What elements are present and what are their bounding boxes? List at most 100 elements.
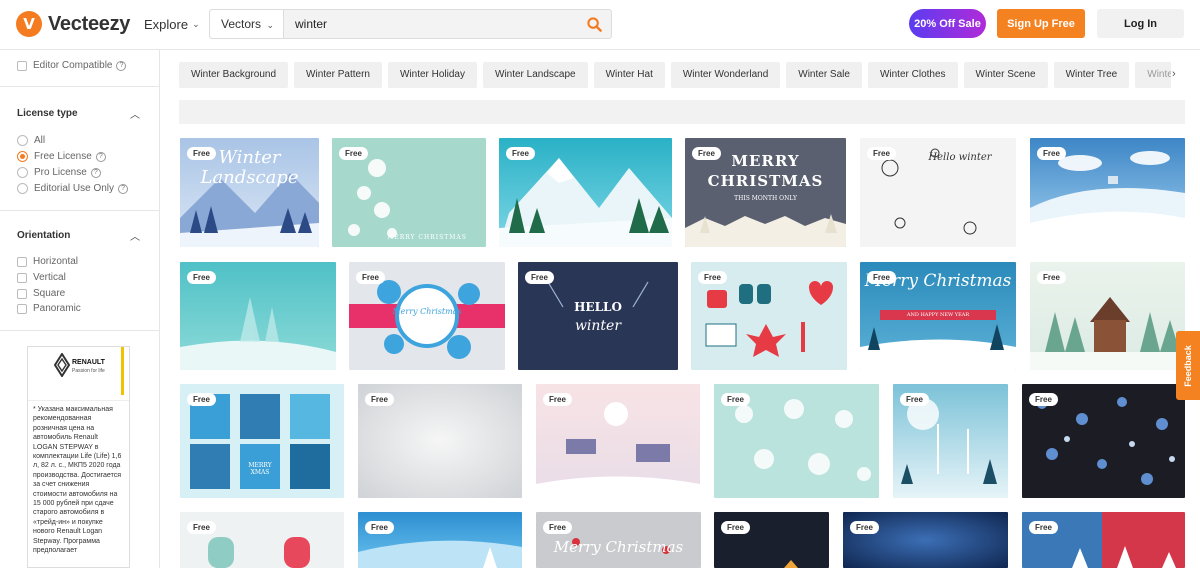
search-input[interactable] xyxy=(284,10,577,38)
tag-chip[interactable]: Winter Hat xyxy=(593,62,665,88)
result-tile[interactable]: Free xyxy=(1022,384,1185,498)
radio-selected[interactable] xyxy=(17,151,28,162)
advertisement[interactable]: RENAULT Passion for life * Указана макси… xyxy=(27,346,130,568)
chevron-up-icon[interactable]: ︿ xyxy=(130,228,140,243)
tag-chip[interactable]: Winter Background xyxy=(179,62,289,88)
free-badge: Free xyxy=(1029,521,1058,534)
orientation-title: Orientation xyxy=(17,230,71,241)
result-tile[interactable]: Free xyxy=(691,262,847,370)
sign-up-button[interactable]: Sign Up Free xyxy=(997,9,1085,38)
license-option-editorial[interactable]: Editorial Use Only ? xyxy=(17,183,129,194)
info-icon[interactable]: ? xyxy=(90,167,101,178)
logo[interactable]: V Vecteezy xyxy=(16,11,130,37)
free-badge: Free xyxy=(506,147,535,160)
result-tile[interactable]: Free xyxy=(358,384,522,498)
tag-chip[interactable]: Winter Sale xyxy=(786,62,862,88)
result-tile[interactable]: MERRY CHRISTMAS Free xyxy=(332,138,486,247)
tile-caption: MERRY CHRISTMAS xyxy=(387,234,467,241)
vecteezy-logo-icon: V xyxy=(16,11,42,37)
radio[interactable] xyxy=(17,183,28,194)
tile-caption: Merry Christmas xyxy=(392,307,462,316)
tag-chip[interactable]: Winter Tree xyxy=(1053,62,1130,88)
log-in-button[interactable]: Log In xyxy=(1097,9,1184,38)
result-tile[interactable]: MERRY XMAS Free xyxy=(180,384,344,498)
tag-chip[interactable]: Winter Pattern xyxy=(294,62,382,88)
tag-chip[interactable]: Winter Scene xyxy=(963,62,1048,88)
tile-title: HELLO xyxy=(574,300,622,314)
feedback-tab[interactable]: Feedback xyxy=(1176,331,1200,400)
tag-chip[interactable]: Winter Holiday xyxy=(387,62,477,88)
free-badge: Free xyxy=(698,271,727,284)
free-badge: Free xyxy=(356,271,385,284)
result-tile[interactable]: MERRY CHRISTMAS THIS MONTH ONLY Free xyxy=(685,138,846,247)
chevron-down-icon: ⌄ xyxy=(266,20,274,30)
sale-button[interactable]: 20% Off Sale xyxy=(909,9,986,38)
license-type-title: License type xyxy=(17,108,78,119)
ad-text: * Указана максимальная рекомендованная р… xyxy=(33,406,122,555)
orientation-option-panoramic[interactable]: Panoramic xyxy=(17,303,81,314)
result-tile[interactable]: Merry Christmas Free xyxy=(349,262,505,370)
info-icon[interactable]: ? xyxy=(116,60,127,71)
result-tile[interactable]: Free xyxy=(536,384,700,498)
result-tile[interactable]: Free xyxy=(714,512,829,568)
renault-logo-icon xyxy=(53,353,71,377)
result-tile[interactable]: Free xyxy=(1030,138,1185,247)
radio[interactable] xyxy=(17,135,28,146)
orientation-option-vertical[interactable]: Vertical xyxy=(17,272,66,283)
free-badge: Free xyxy=(867,147,896,160)
result-tile[interactable]: Free xyxy=(180,262,336,370)
chevron-up-icon[interactable]: ︿ xyxy=(130,106,140,121)
free-badge: Free xyxy=(692,147,721,160)
orientation-option-square[interactable]: Square xyxy=(17,288,65,299)
explore-menu[interactable]: Explore ⌄ xyxy=(144,17,200,32)
tile-caption: AND HAPPY NEW YEAR xyxy=(906,312,970,318)
result-tile[interactable]: Free xyxy=(499,138,672,247)
license-option-pro[interactable]: Pro License ? xyxy=(17,167,101,178)
ad-header: RENAULT Passion for life xyxy=(28,347,129,401)
result-tile[interactable]: Free xyxy=(714,384,879,498)
checkbox[interactable] xyxy=(17,60,27,71)
chevron-right-icon[interactable]: › xyxy=(1172,68,1176,80)
info-icon[interactable]: ? xyxy=(118,183,129,194)
editor-compatible-label: Editor Compatible xyxy=(33,60,113,71)
tile-caption: THIS MONTH ONLY xyxy=(734,195,797,202)
checkbox[interactable] xyxy=(17,303,27,314)
divider xyxy=(0,330,159,331)
result-tile[interactable]: Merry Christmas AND HAPPY NEW YEAR Free xyxy=(860,262,1016,370)
info-icon[interactable]: ? xyxy=(95,151,106,162)
free-badge: Free xyxy=(187,147,216,160)
result-tile[interactable]: Winter Landscape Free xyxy=(180,138,319,247)
result-tile[interactable]: Free xyxy=(358,512,522,568)
result-tile[interactable]: Merry Christmas Free xyxy=(536,512,701,568)
result-tile[interactable]: Free xyxy=(180,512,344,568)
search-type-select[interactable]: Vectors ⌄ xyxy=(210,10,284,38)
editor-compatible-checkbox[interactable]: Editor Compatible ? xyxy=(17,60,127,71)
result-tile[interactable]: HELLO winter Free xyxy=(518,262,678,370)
checkbox[interactable] xyxy=(17,288,27,299)
free-badge: Free xyxy=(339,147,368,160)
license-option-free[interactable]: Free License ? xyxy=(17,151,106,162)
result-tile[interactable]: Free xyxy=(893,384,1008,498)
checkbox[interactable] xyxy=(17,256,27,267)
ad-accent-bar xyxy=(121,347,124,395)
result-tile[interactable]: Free xyxy=(1022,512,1185,568)
feedback-label: Feedback xyxy=(1183,344,1193,387)
license-option-all[interactable]: All xyxy=(17,135,45,146)
tile-caption: MERRY XMAS xyxy=(248,462,272,476)
result-tile[interactable]: Free xyxy=(1030,262,1185,370)
tag-chip[interactable]: Winter Clothes xyxy=(867,62,958,88)
tag-chip[interactable]: Winter Wonderland xyxy=(670,62,781,88)
orientation-option-label: Horizontal xyxy=(33,256,79,267)
radio[interactable] xyxy=(17,167,28,178)
result-tile[interactable]: Hello winter Free xyxy=(860,138,1016,247)
search-button[interactable] xyxy=(577,10,611,38)
result-tile[interactable]: Free xyxy=(843,512,1008,568)
free-badge: Free xyxy=(1037,271,1066,284)
tag-chip[interactable]: Winter Landscape xyxy=(483,62,588,88)
license-option-label: Free License xyxy=(34,151,92,162)
header: V Vecteezy Explore ⌄ Vectors ⌄ 20% Off S… xyxy=(0,0,1200,50)
checkbox[interactable] xyxy=(17,272,27,283)
orientation-option-horizontal[interactable]: Horizontal xyxy=(17,256,78,267)
orientation-option-label: Panoramic xyxy=(33,303,81,314)
tag-chip[interactable]: Winter Borde xyxy=(1135,62,1171,88)
